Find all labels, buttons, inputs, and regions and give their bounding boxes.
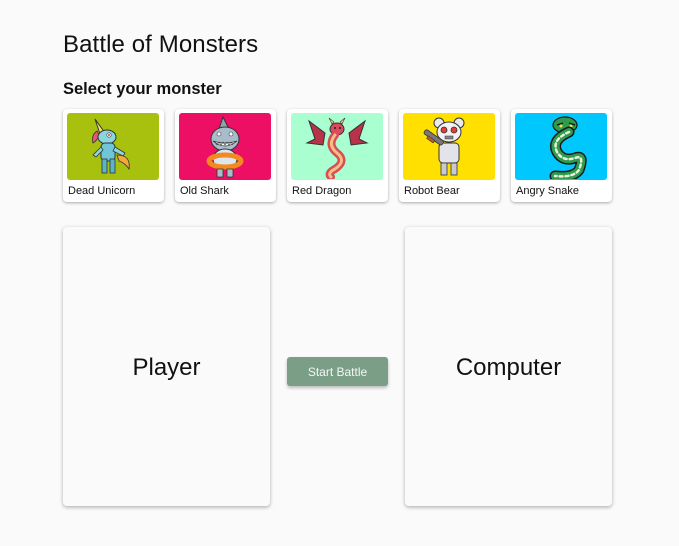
player-label: Player (132, 353, 201, 381)
monster-card-old-shark[interactable]: Old Shark (175, 109, 276, 202)
player-panel: Player (63, 227, 270, 506)
shark-icon (206, 115, 244, 177)
monster-image-angry-snake (515, 113, 607, 180)
monster-name: Old Shark (180, 185, 229, 197)
robot-bear-icon (423, 117, 465, 175)
monster-card-dead-unicorn[interactable]: Dead Unicorn (63, 109, 164, 202)
monster-list: Dead Unicorn Old Shark Red Dragon Robot … (63, 109, 612, 202)
monster-image-dead-unicorn (67, 113, 159, 180)
monster-image-robot-bear (403, 113, 495, 180)
page-title: Battle of Monsters (63, 31, 259, 58)
monster-name: Angry Snake (516, 185, 579, 197)
monster-image-old-shark (179, 113, 271, 180)
computer-panel: Computer (405, 227, 612, 506)
unicorn-icon (92, 118, 130, 173)
monster-name: Robot Bear (404, 185, 460, 197)
monster-image-red-dragon (291, 113, 383, 180)
start-battle-button[interactable]: Start Battle (287, 357, 388, 386)
monster-card-robot-bear[interactable]: Robot Bear (399, 109, 500, 202)
monster-card-red-dragon[interactable]: Red Dragon (287, 109, 388, 202)
snake-icon (549, 115, 587, 179)
monster-card-angry-snake[interactable]: Angry Snake (511, 109, 612, 202)
dragon-icon (305, 117, 369, 179)
select-monster-label: Select your monster (63, 80, 222, 98)
monster-name: Dead Unicorn (68, 185, 136, 197)
monster-name: Red Dragon (292, 185, 352, 197)
computer-label: Computer (455, 353, 562, 381)
